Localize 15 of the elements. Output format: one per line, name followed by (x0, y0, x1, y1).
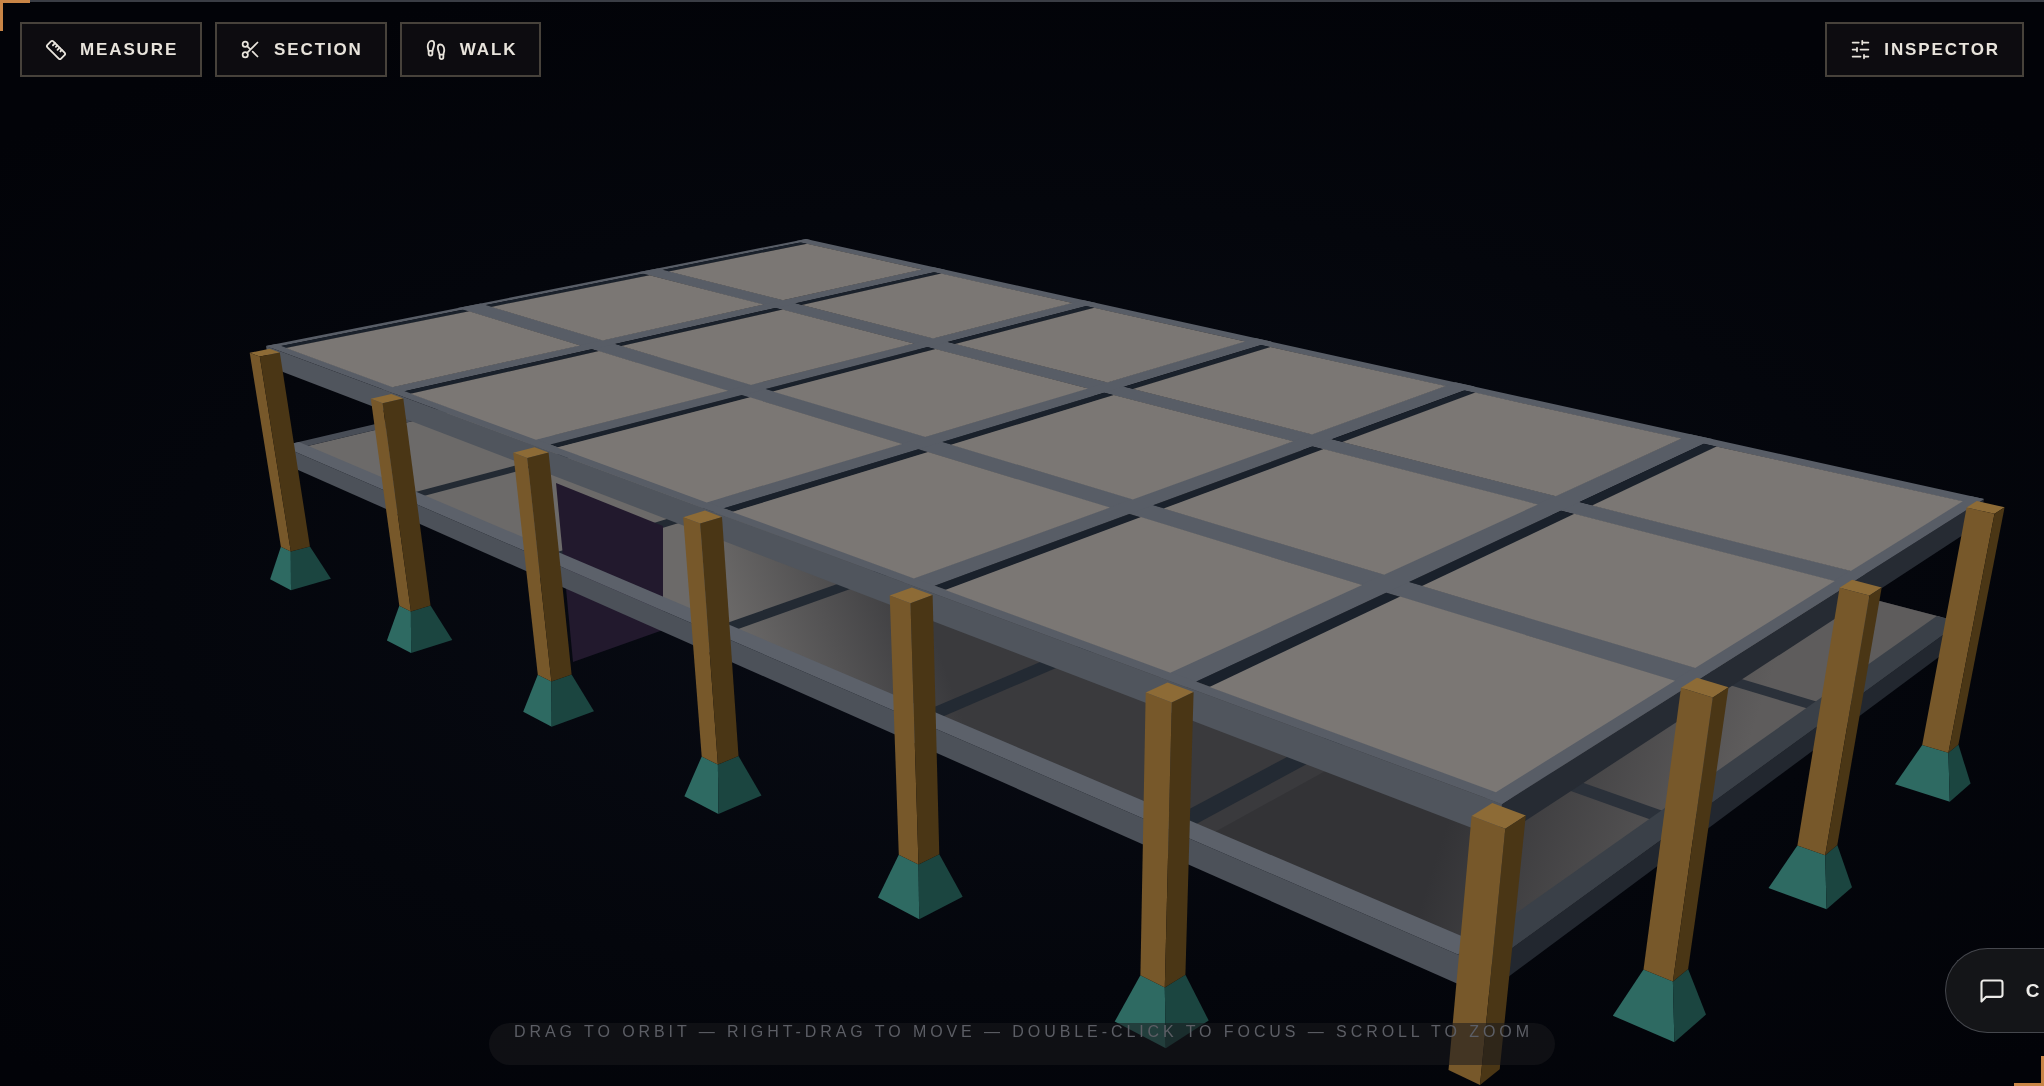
measure-button[interactable]: MEASURE (20, 22, 203, 77)
ruler-icon (45, 38, 67, 61)
footing (386, 605, 453, 654)
footing (270, 546, 331, 591)
chat-button[interactable]: C (1944, 948, 2044, 1033)
inspector-button[interactable]: INSPECTOR (1825, 22, 2024, 77)
controls-hint: DRAG TO ORBIT — RIGHT-DRAG TO MOVE — DOUBLE-CLICK TO FOCUS — SCROLL TO ZOOM (489, 1023, 1555, 1065)
walk-button[interactable]: WALK (399, 22, 542, 77)
footing (523, 674, 594, 727)
footprints-icon (424, 38, 447, 61)
corner-bracket-icon (0, 0, 30, 31)
section-button[interactable]: SECTION (215, 22, 387, 77)
corner-bracket-icon (2014, 1056, 2044, 1086)
speech-bubble-icon (1977, 976, 2006, 1005)
sliders-icon (1850, 39, 1872, 60)
